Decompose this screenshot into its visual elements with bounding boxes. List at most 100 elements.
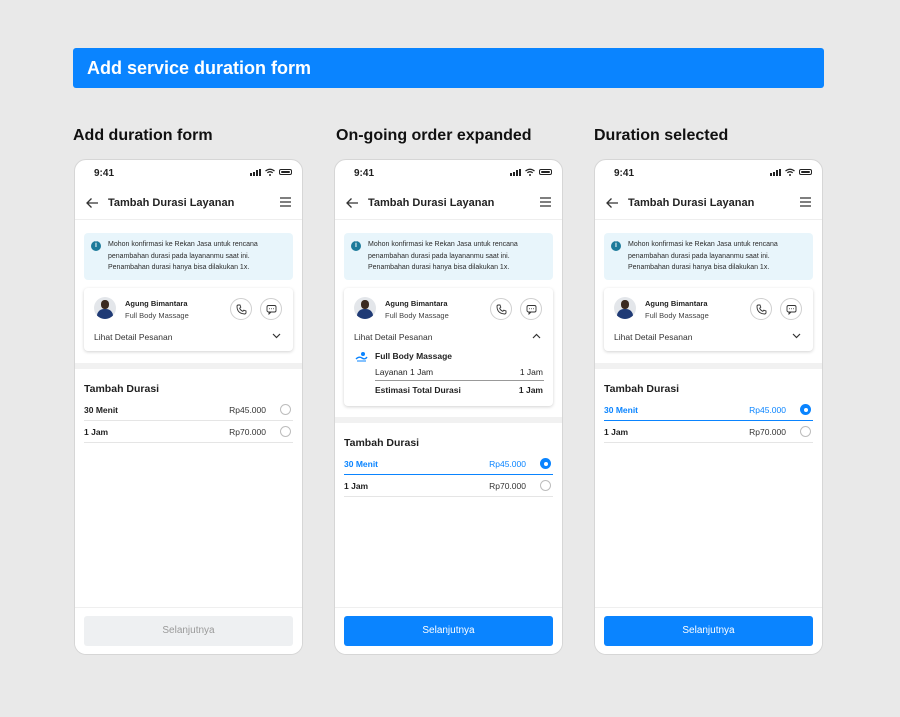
app-bar: Tambah Durasi Layanan bbox=[335, 186, 562, 220]
back-arrow-icon[interactable] bbox=[85, 196, 99, 210]
chat-button[interactable] bbox=[520, 298, 542, 320]
phone-icon bbox=[756, 304, 766, 314]
wifi-icon bbox=[785, 168, 795, 176]
radio-button[interactable] bbox=[800, 426, 811, 437]
section-title: Tambah Durasi bbox=[344, 437, 420, 449]
avatar bbox=[354, 297, 376, 319]
banner-title: Add service duration form bbox=[87, 58, 312, 78]
info-banner: i Mohon konfirmasi ke Rekan Jasa untuk r… bbox=[84, 233, 293, 280]
duration-option-30-menit[interactable]: 30 Menit Rp45.000 bbox=[84, 399, 293, 421]
chevron-up-icon[interactable] bbox=[532, 333, 541, 339]
expanded-divider bbox=[375, 380, 544, 381]
duration-option-1-jam[interactable]: 1 Jam Rp70.000 bbox=[604, 421, 813, 443]
column-title-expanded: On-going order expanded bbox=[336, 127, 532, 144]
back-arrow-icon[interactable] bbox=[605, 196, 619, 210]
info-icon: i bbox=[351, 241, 361, 251]
phone-screen-duration-selected: 9:41 Tambah Durasi Layanan i Mohon konfi… bbox=[594, 159, 823, 655]
partner-service: Full Body Massage bbox=[125, 311, 189, 320]
detail-toggle-label[interactable]: Lihat Detail Pesanan bbox=[94, 332, 172, 342]
page-title: Tambah Durasi Layanan bbox=[368, 197, 495, 209]
info-banner: i Mohon konfirmasi ke Rekan Jasa untuk r… bbox=[604, 233, 813, 280]
call-button[interactable] bbox=[230, 298, 252, 320]
signal-icon bbox=[510, 168, 521, 176]
info-banner: i Mohon konfirmasi ke Rekan Jasa untuk r… bbox=[344, 233, 553, 280]
partner-service: Full Body Massage bbox=[645, 311, 709, 320]
duration-option-1-jam[interactable]: 1 Jam Rp70.000 bbox=[344, 475, 553, 497]
radio-button-selected[interactable] bbox=[540, 458, 551, 469]
wifi-icon bbox=[265, 168, 275, 176]
radio-button-selected[interactable] bbox=[800, 404, 811, 415]
column-title-selected: Duration selected bbox=[594, 127, 729, 144]
next-button[interactable]: Selanjutnya bbox=[604, 616, 813, 646]
menu-icon[interactable] bbox=[279, 196, 292, 208]
section-divider bbox=[75, 363, 302, 369]
back-arrow-icon[interactable] bbox=[345, 196, 359, 210]
info-text: Mohon konfirmasi ke Rekan Jasa untuk ren… bbox=[108, 241, 258, 271]
phone-icon bbox=[496, 304, 506, 314]
next-button[interactable]: Selanjutnya bbox=[84, 616, 293, 646]
option-price: Rp70.000 bbox=[489, 481, 526, 491]
menu-icon[interactable] bbox=[539, 196, 552, 208]
phone-icon bbox=[236, 304, 246, 314]
call-button[interactable] bbox=[490, 298, 512, 320]
info-icon: i bbox=[91, 241, 101, 251]
expanded-service-value: 1 Jam bbox=[519, 367, 543, 377]
status-bar: 9:41 bbox=[595, 160, 822, 186]
status-bar: 9:41 bbox=[75, 160, 302, 186]
chat-button[interactable] bbox=[260, 298, 282, 320]
call-button[interactable] bbox=[750, 298, 772, 320]
page-title: Tambah Durasi Layanan bbox=[628, 197, 755, 209]
partner-service: Full Body Massage bbox=[385, 311, 449, 320]
phone-screen-expanded: 9:41 Tambah Durasi Layanan i Mohon konfi… bbox=[334, 159, 563, 655]
next-button[interactable]: Selanjutnya bbox=[344, 616, 553, 646]
option-price: Rp45.000 bbox=[489, 459, 526, 469]
duration-option-30-menit[interactable]: 30 Menit Rp45.000 bbox=[604, 399, 813, 421]
footer-bar: Selanjutnya bbox=[595, 607, 822, 654]
footer-bar: Selanjutnya bbox=[335, 607, 562, 654]
expanded-service-name: Full Body Massage bbox=[375, 351, 452, 361]
chat-icon bbox=[266, 304, 276, 315]
status-bar: 9:41 bbox=[335, 160, 562, 186]
duration-option-30-menit[interactable]: 30 Menit Rp45.000 bbox=[344, 453, 553, 475]
chat-icon bbox=[786, 304, 796, 315]
battery-icon bbox=[279, 169, 292, 175]
battery-icon bbox=[799, 169, 812, 175]
battery-icon bbox=[539, 169, 552, 175]
option-price: Rp45.000 bbox=[749, 405, 786, 415]
page-title: Tambah Durasi Layanan bbox=[108, 197, 235, 209]
expanded-service-line: Layanan 1 Jam bbox=[375, 367, 434, 377]
section-title: Tambah Durasi bbox=[604, 383, 680, 395]
info-text: Mohon konfirmasi ke Rekan Jasa untuk ren… bbox=[628, 241, 778, 271]
option-label: 1 Jam bbox=[344, 481, 369, 491]
partner-name: Agung Bimantara bbox=[125, 299, 188, 308]
chevron-down-icon[interactable] bbox=[792, 333, 801, 339]
expanded-total-value: 1 Jam bbox=[518, 385, 543, 395]
order-card-expanded: Agung Bimantara Full Body Massage Lihat … bbox=[344, 288, 553, 406]
detail-toggle-label[interactable]: Lihat Detail Pesanan bbox=[614, 332, 692, 342]
option-price: Rp70.000 bbox=[229, 427, 266, 437]
option-price: Rp70.000 bbox=[749, 427, 786, 437]
info-text: Mohon konfirmasi ke Rekan Jasa untuk ren… bbox=[368, 241, 518, 271]
wifi-icon bbox=[525, 168, 535, 176]
phone-screen-add-duration: 9:41 Tambah Durasi Layanan i Mohon konfi… bbox=[74, 159, 303, 655]
app-bar: Tambah Durasi Layanan bbox=[595, 186, 822, 220]
detail-toggle-label[interactable]: Lihat Detail Pesanan bbox=[354, 332, 432, 342]
option-label: 30 Menit bbox=[84, 405, 119, 415]
duration-option-1-jam[interactable]: 1 Jam Rp70.000 bbox=[84, 421, 293, 443]
order-card: Agung Bimantara Full Body Massage Lihat … bbox=[604, 288, 813, 351]
status-time: 9:41 bbox=[614, 168, 635, 179]
partner-name: Agung Bimantara bbox=[385, 299, 448, 308]
option-price: Rp45.000 bbox=[229, 405, 266, 415]
footer-bar: Selanjutnya bbox=[75, 607, 302, 654]
radio-button[interactable] bbox=[280, 426, 291, 437]
menu-icon[interactable] bbox=[799, 196, 812, 208]
chat-button[interactable] bbox=[780, 298, 802, 320]
header-banner: Add service duration form bbox=[73, 48, 824, 88]
radio-button[interactable] bbox=[540, 480, 551, 491]
radio-button[interactable] bbox=[280, 404, 291, 415]
option-label: 1 Jam bbox=[84, 427, 109, 437]
section-divider bbox=[595, 363, 822, 369]
option-label: 30 Menit bbox=[344, 459, 379, 469]
chevron-down-icon[interactable] bbox=[272, 333, 281, 339]
option-label: 30 Menit bbox=[604, 405, 639, 415]
